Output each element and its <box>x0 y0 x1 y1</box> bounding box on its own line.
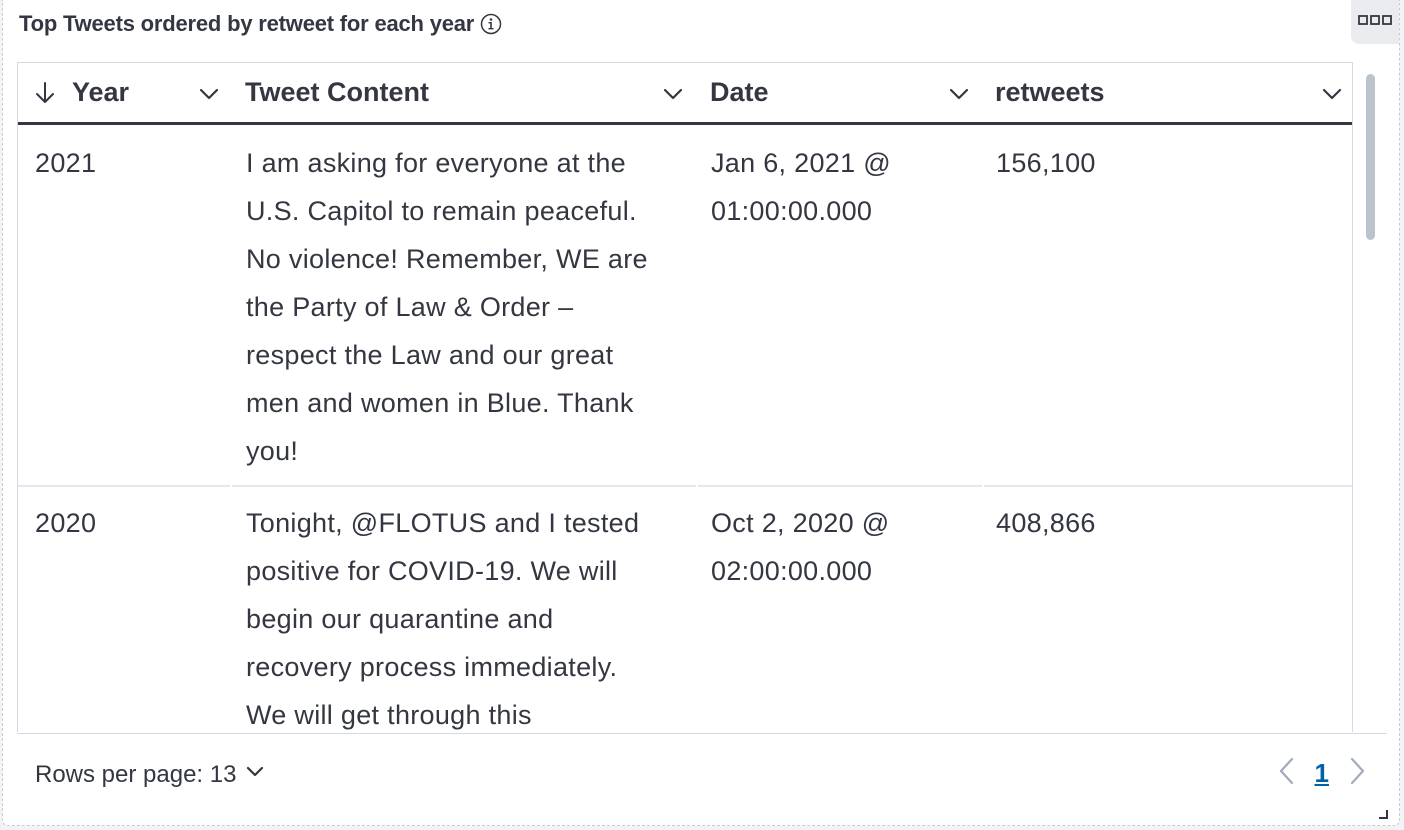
content-line: men and women in Blue. Thank <box>246 388 634 418</box>
rows-per-page-selector[interactable]: Rows per page: 13 <box>35 760 266 789</box>
row-divider <box>232 485 696 487</box>
column-header-retweets[interactable]: retweets <box>984 63 1352 122</box>
grid-footer: Rows per page: 13 1 <box>17 733 1387 823</box>
panel-options-button[interactable] <box>1351 0 1399 44</box>
cell-year: 2020 <box>35 508 97 538</box>
row-divider <box>984 485 1352 487</box>
row-divider <box>698 485 982 487</box>
cell-date: Jan 6, 2021 @ 01:00:00.000 <box>711 139 981 235</box>
column-header-year[interactable]: Year <box>18 63 230 122</box>
panel-title-bar: Top Tweets ordered by retweet for each y… <box>19 10 502 38</box>
cell-tweet-content: I am asking for everyone at the U.S. Cap… <box>246 139 686 475</box>
chevron-down-icon[interactable] <box>1321 81 1343 103</box>
chevron-down-icon[interactable] <box>662 81 684 103</box>
content-line: positive for COVID-19. We will <box>246 556 618 586</box>
date-line: 01:00:00.000 <box>711 196 873 226</box>
content-line: begin our quarantine and <box>246 604 554 634</box>
chevron-left-icon[interactable] <box>1277 756 1297 791</box>
column-header-label: Year <box>72 77 130 107</box>
content-line: No violence! Remember, WE are <box>246 244 648 274</box>
visualization-panel: Top Tweets ordered by retweet for each y… <box>2 0 1400 826</box>
content-line: recovery process immediately. <box>246 652 618 682</box>
pagination: 1 <box>1277 756 1367 791</box>
vertical-scrollbar-thumb[interactable] <box>1366 74 1375 240</box>
options-menu-icon <box>1358 13 1392 31</box>
content-line: I am asking for everyone at the <box>246 148 626 178</box>
content-line: the Party of Law & Order – <box>246 292 574 322</box>
date-line: Jan 6, 2021 @ <box>711 148 891 178</box>
info-icon[interactable] <box>480 13 502 35</box>
chevron-down-icon <box>244 760 266 789</box>
cell-tweet-content: Tonight, @FLOTUS and I tested positive f… <box>246 499 686 732</box>
cell-year: 2021 <box>35 148 97 178</box>
cell-date: Oct 2, 2020 @ 02:00:00.000 <box>711 499 981 595</box>
chevron-down-icon[interactable] <box>948 81 970 103</box>
column-header-label: retweets <box>995 77 1105 107</box>
cell-retweets: 156,100 <box>996 148 1096 178</box>
row-divider <box>18 485 230 487</box>
date-line: Oct 2, 2020 @ <box>711 508 890 538</box>
column-header-label: Date <box>710 77 769 107</box>
chevron-right-icon[interactable] <box>1347 756 1367 791</box>
content-line: you! <box>246 436 299 466</box>
page-number-current[interactable]: 1 <box>1315 758 1329 789</box>
grid-header-row: Year Tweet Content Date retweets <box>18 63 1352 125</box>
date-line: 02:00:00.000 <box>711 556 873 586</box>
table-row: 2020 Tonight, @FLOTUS and I tested posit… <box>18 499 1352 732</box>
content-line: Tonight, @FLOTUS and I tested <box>246 508 640 538</box>
content-line: respect the Law and our great <box>246 340 614 370</box>
column-header-label: Tweet Content <box>245 77 429 107</box>
column-header-tweet-content[interactable]: Tweet Content <box>232 63 696 122</box>
data-grid: Year Tweet Content Date retweets 2021 I … <box>17 62 1353 732</box>
rows-per-page-label: Rows per page: 13 <box>35 760 237 788</box>
table-row: 2021 I am asking for everyone at the U.S… <box>18 139 1352 487</box>
content-line: U.S. Capitol to remain peaceful. <box>246 196 637 226</box>
resize-handle-icon[interactable] <box>1377 807 1389 819</box>
arrow-down-icon <box>34 81 56 112</box>
cell-retweets: 408,866 <box>996 508 1096 538</box>
content-line: We will get through this <box>246 700 532 730</box>
chevron-down-icon[interactable] <box>198 81 220 103</box>
panel-title: Top Tweets ordered by retweet for each y… <box>19 11 475 36</box>
column-header-date[interactable]: Date <box>698 63 982 122</box>
